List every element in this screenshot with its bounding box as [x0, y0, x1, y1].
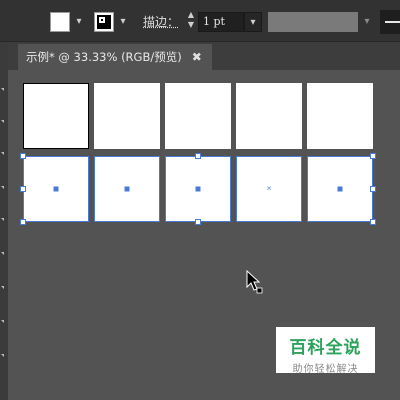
control-bar: ▾ ▾ 描边： ▲ ▼ 1 pt ▾ ▾ [0, 0, 400, 42]
profile-dropdown-icon[interactable]: ▾ [358, 12, 376, 32]
center-point-icon[interactable] [337, 186, 343, 192]
stroke-weight-input[interactable]: 1 pt [198, 12, 244, 32]
canvas[interactable]: × 百科全说 助你轻松解决 [8, 70, 400, 400]
artboard[interactable] [307, 83, 373, 149]
mouse-cursor-icon [246, 270, 263, 294]
center-point-icon[interactable] [124, 186, 130, 192]
watermark-logo: 百科全说 助你轻松解决 [276, 327, 375, 375]
variable-width-profile-field[interactable] [268, 12, 358, 32]
document-tab-bar: 示例* @ 33.33% (RGB/预览) ✖ [8, 42, 400, 70]
stroke-color-swatch[interactable] [94, 12, 114, 32]
fill-color-swatch[interactable] [50, 12, 70, 32]
stroke-dropdown-chevron-icon[interactable]: ▾ [116, 12, 130, 32]
close-icon[interactable]: ✖ [192, 50, 202, 64]
artboard[interactable] [236, 83, 302, 149]
stepper-down-icon[interactable]: ▼ [185, 20, 197, 30]
bounding-box-handle[interactable] [20, 219, 26, 225]
document-tab[interactable]: 示例* @ 33.33% (RGB/预览) ✖ [18, 44, 212, 70]
stroke-weight-dropdown-icon[interactable]: ▾ [244, 12, 262, 32]
fill-dropdown-chevron-icon[interactable]: ▾ [72, 12, 86, 32]
brush-stroke-icon [385, 21, 400, 23]
center-point-x-icon[interactable]: × [266, 185, 272, 193]
bounding-box-handle[interactable] [370, 153, 376, 159]
bounding-box-handle[interactable] [195, 153, 201, 159]
bounding-box-handle[interactable] [20, 153, 26, 159]
bounding-box-handle[interactable] [370, 219, 376, 225]
tools-panel-edge [0, 42, 8, 400]
document-tab-title: 示例* @ 33.33% (RGB/预览) [26, 50, 182, 64]
watermark-title: 百科全说 [289, 338, 362, 358]
artboard[interactable] [165, 83, 231, 149]
bounding-box-handle[interactable] [195, 219, 201, 225]
center-point-icon[interactable] [53, 186, 59, 192]
artboard[interactable] [94, 83, 160, 149]
bounding-box-handle[interactable] [20, 186, 26, 192]
center-point-icon[interactable] [195, 186, 201, 192]
artboard[interactable] [23, 83, 89, 149]
bounding-box-handle[interactable] [370, 186, 376, 192]
watermark-subtitle: 助你轻松解决 [292, 364, 359, 375]
brush-definition-button[interactable] [380, 10, 400, 34]
stepper-up-icon[interactable]: ▲ [185, 10, 197, 20]
stroke-weight-stepper[interactable]: ▲ ▼ [185, 10, 197, 34]
stroke-label[interactable]: 描边： [143, 13, 179, 30]
